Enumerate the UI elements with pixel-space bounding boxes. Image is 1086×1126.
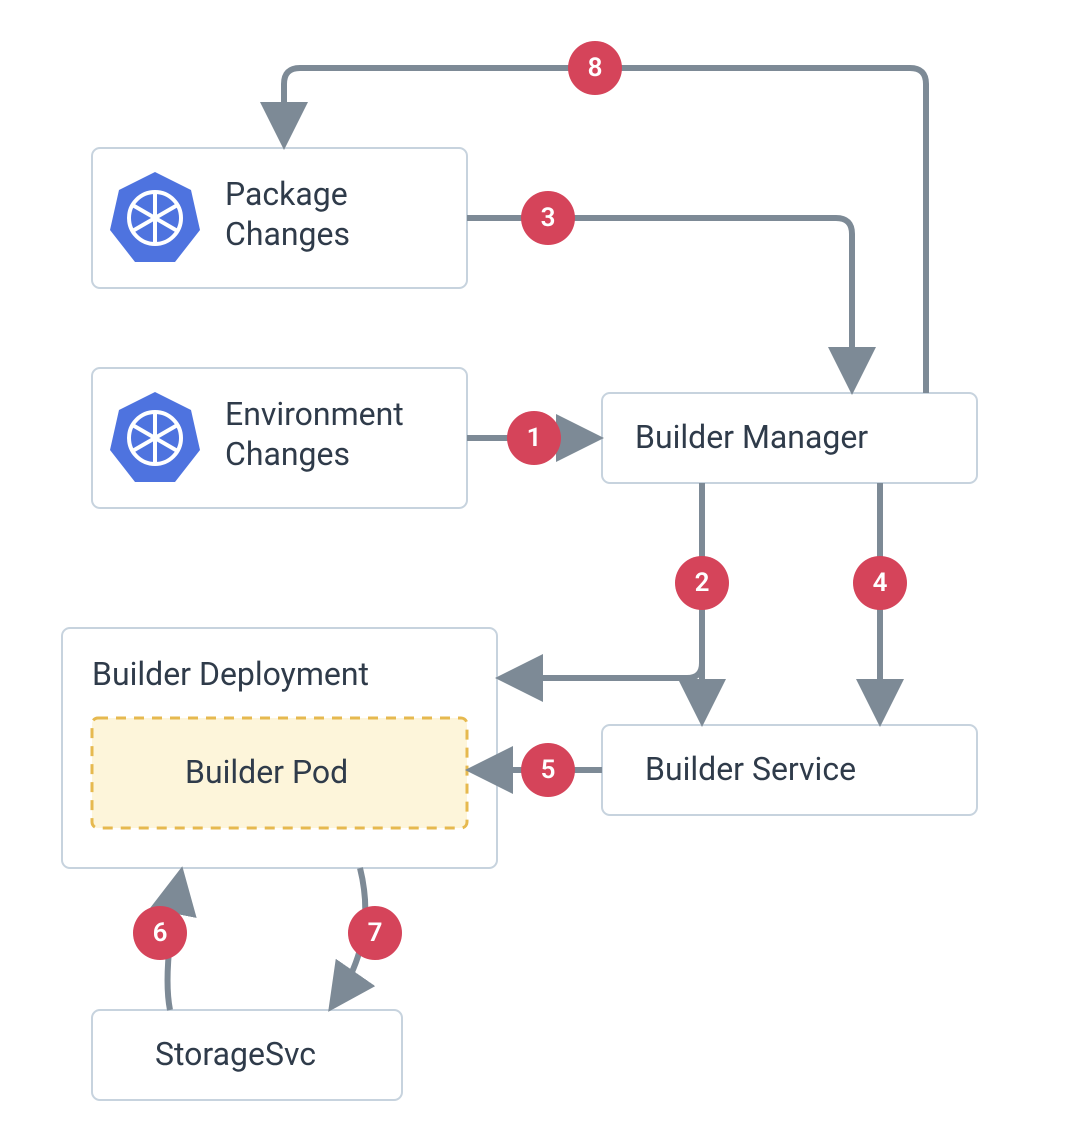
edge-3	[467, 218, 852, 383]
svg-text:1: 1	[527, 423, 542, 453]
edge-2	[507, 483, 702, 678]
builder-manager-label: Builder Manager	[635, 418, 868, 456]
step-badge-3: 3	[521, 191, 575, 245]
step-badge-8: 8	[568, 41, 622, 95]
node-environment-changes: Environment Changes	[92, 368, 467, 508]
svg-text:7: 7	[368, 918, 383, 948]
step-badge-7: 7	[348, 906, 402, 960]
environment-changes-label-l2: Changes	[225, 435, 350, 473]
svg-text:8: 8	[588, 53, 603, 83]
svg-text:3: 3	[541, 203, 556, 233]
svg-text:5: 5	[541, 755, 556, 785]
svg-text:2: 2	[695, 568, 710, 598]
step-badge-1: 1	[507, 411, 561, 465]
node-builder-manager: Builder Manager	[602, 393, 977, 483]
svg-text:4: 4	[873, 568, 888, 598]
node-builder-pod: Builder Pod	[92, 718, 467, 828]
builder-pod-label: Builder Pod	[185, 753, 348, 791]
node-builder-deployment: Builder Deployment Builder Pod	[62, 628, 497, 868]
environment-changes-label-l1: Environment	[225, 395, 404, 433]
package-changes-label-l2: Changes	[225, 215, 350, 253]
step-badge-4: 4	[853, 556, 907, 610]
step-badge-2: 2	[675, 556, 729, 610]
node-builder-service: Builder Service	[602, 725, 977, 815]
builder-deployment-label: Builder Deployment	[92, 655, 369, 693]
package-changes-label-l1: Package	[225, 175, 348, 213]
step-badge-5: 5	[521, 743, 575, 797]
node-package-changes: Package Changes	[92, 148, 467, 288]
architecture-diagram: Package Changes Environment Changes Buil…	[0, 0, 1086, 1126]
builder-service-label: Builder Service	[645, 750, 856, 788]
step-badge-6: 6	[133, 906, 187, 960]
storagesvc-label: StorageSvc	[155, 1035, 316, 1073]
svg-text:6: 6	[153, 918, 168, 948]
node-storagesvc: StorageSvc	[92, 1010, 402, 1100]
